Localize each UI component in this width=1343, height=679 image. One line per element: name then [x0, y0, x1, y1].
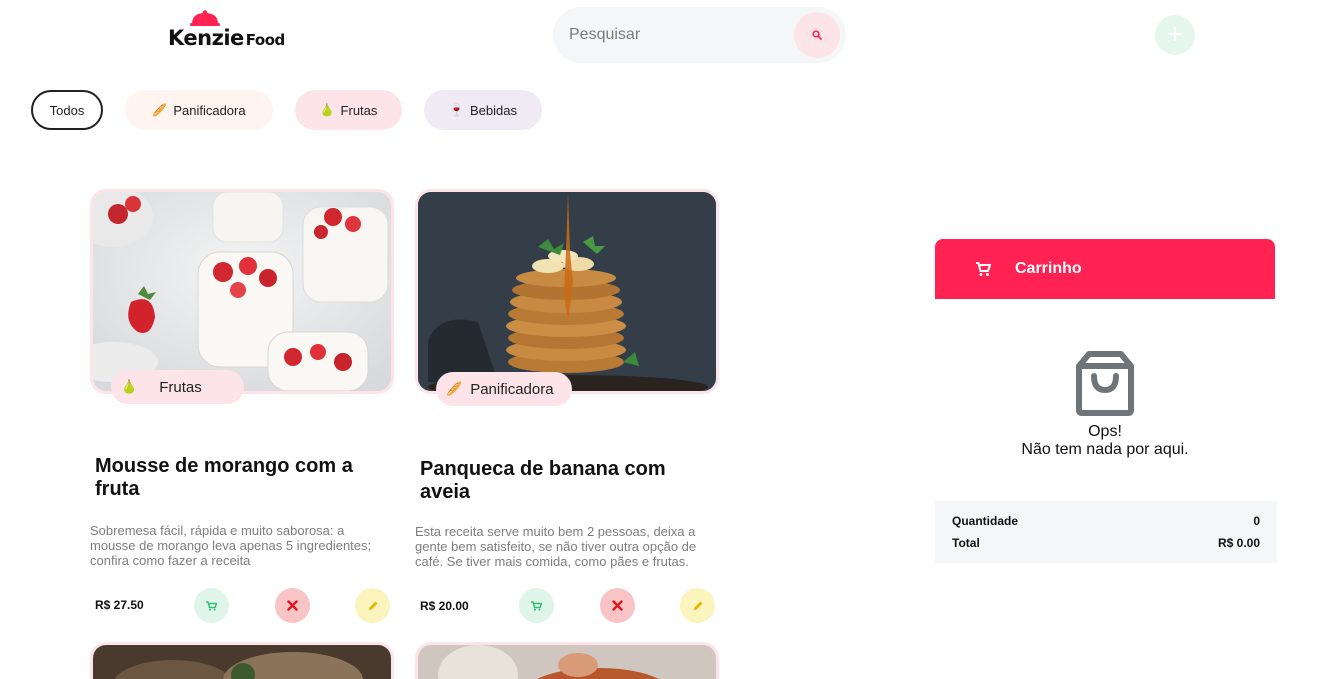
cloche-icon [190, 10, 220, 26]
strawberry-mousse-photo [93, 192, 391, 391]
filter-todos[interactable]: Todos [31, 90, 103, 130]
total-row: Total R$ 0.00 [952, 536, 1260, 550]
edit-button[interactable] [680, 588, 715, 623]
total-value: R$ 0.00 [1217, 536, 1260, 550]
product-image [415, 189, 719, 394]
food-photo [93, 645, 391, 679]
logo-main-text: Kenzie [168, 26, 244, 50]
filter-frutas[interactable]: 🍐 Frutas [295, 90, 402, 130]
pear-icon: 🍐 [121, 379, 138, 395]
add-product-button[interactable]: + [1155, 15, 1195, 55]
quantity-label: Quantidade [952, 514, 1019, 528]
product-image [90, 189, 394, 394]
add-to-cart-button[interactable] [194, 588, 229, 623]
product-price: R$ 20.00 [420, 599, 469, 613]
shopping-bag-icon [1076, 351, 1134, 416]
empty-cart-subtitle: Não tem nada por aqui. [1021, 441, 1189, 458]
product-image [415, 642, 719, 679]
filter-label: Todos [49, 102, 85, 118]
search-bar [553, 7, 846, 63]
product-description: Esta receita serve muito bem 2 pessoas, … [415, 524, 697, 569]
pear-icon: 🍐 [319, 103, 335, 117]
filter-label: Bebidas [469, 102, 517, 118]
plus-icon: + [1165, 22, 1185, 47]
search-button[interactable] [794, 12, 840, 58]
logo-wordmark: Kenzie Food [168, 26, 285, 50]
delete-button[interactable] [600, 588, 635, 623]
cart-header: Carrinho [935, 239, 1275, 299]
filter-label: Panificadora [173, 102, 246, 118]
food-photo [418, 645, 716, 679]
product-image [90, 642, 394, 679]
filter-panificadora[interactable]: 🥖 Panificadora [125, 90, 273, 130]
wine-glass-icon: 🍷 [449, 103, 464, 117]
cart-icon [206, 600, 217, 611]
filter-bebidas[interactable]: 🍷 Bebidas [424, 90, 542, 130]
search-icon [812, 30, 822, 40]
bread-icon: 🥖 [152, 103, 168, 117]
quantity-value: 0 [1253, 514, 1260, 528]
pencil-icon [368, 601, 377, 610]
product-description: Sobremesa fácil, rápida e muito saborosa… [90, 523, 372, 568]
quantity-row: Quantidade 0 [952, 514, 1260, 528]
delete-button[interactable] [275, 588, 310, 623]
product-title: Panqueca de banana com aveia [420, 458, 666, 503]
total-label: Total [952, 536, 980, 550]
cart-title: Carrinho [1015, 260, 1082, 277]
category-badge: 🍐 Frutas [111, 370, 244, 404]
cart-icon [531, 600, 542, 611]
banana-pancake-photo [418, 192, 716, 391]
empty-cart-title: Ops! [1088, 423, 1122, 440]
bread-icon: 🥖 [446, 381, 463, 397]
edit-button[interactable] [355, 588, 390, 623]
category-label: Panificadora [470, 380, 554, 398]
close-icon [612, 600, 623, 611]
logo-sub-text: Food [245, 31, 286, 49]
close-icon [287, 600, 298, 611]
product-title: Mousse de morango com a fruta [95, 455, 353, 500]
pencil-icon [693, 601, 702, 610]
add-to-cart-button[interactable] [519, 588, 554, 623]
category-label: Frutas [159, 378, 202, 396]
category-badge: 🥖 Panificadora [436, 372, 572, 406]
product-price: R$ 27.50 [95, 598, 144, 612]
cart-icon [976, 262, 991, 276]
filter-label: Frutas [340, 102, 378, 118]
cart-summary: Quantidade 0 Total R$ 0.00 [935, 501, 1277, 563]
kenzie-food-logo: Kenzie Food [168, 8, 288, 50]
search-input[interactable] [569, 21, 789, 49]
